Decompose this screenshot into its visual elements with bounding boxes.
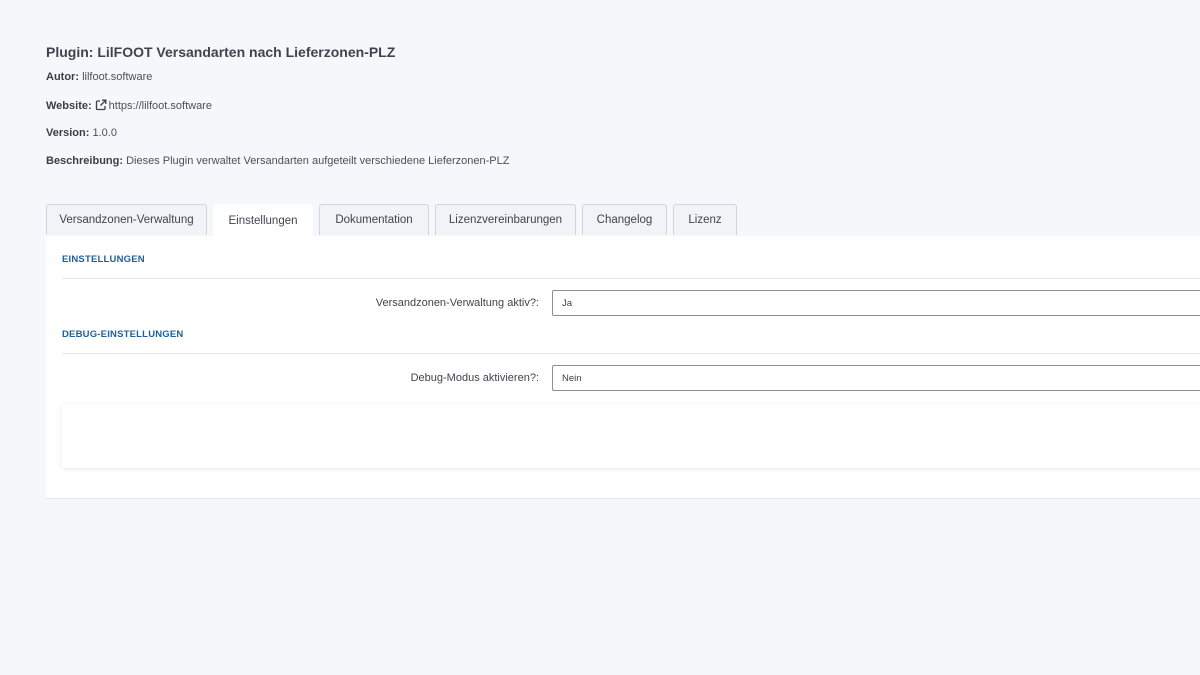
author-label: Autor: bbox=[46, 71, 79, 83]
external-link-icon[interactable] bbox=[95, 99, 107, 114]
author-line: Autor: lilfoot.software bbox=[46, 71, 152, 83]
plugin-detail-page: Plugin: LilFOOT Versandarten nach Liefer… bbox=[0, 0, 1200, 675]
empty-card bbox=[62, 404, 1200, 468]
version-value: 1.0.0 bbox=[92, 127, 117, 139]
debug-mode-select[interactable]: Nein bbox=[552, 365, 1200, 391]
debug-section-heading: DEBUG-EINSTELLUNGEN bbox=[62, 329, 184, 340]
version-line: Version: 1.0.0 bbox=[46, 127, 117, 139]
tab-bar: Versandzonen-Verwaltung Einstellungen Do… bbox=[46, 204, 743, 237]
debug-divider bbox=[62, 353, 1200, 354]
website-line: Website: https://lilfoot.software bbox=[46, 99, 212, 114]
tab-versandzonen-verwaltung[interactable]: Versandzonen-Verwaltung bbox=[46, 204, 207, 235]
website-link[interactable]: https://lilfoot.software bbox=[109, 100, 212, 112]
version-label: Version: bbox=[46, 127, 90, 139]
description-label: Beschreibung: bbox=[46, 155, 124, 167]
tab-changelog[interactable]: Changelog bbox=[582, 204, 667, 235]
settings-divider bbox=[62, 278, 1200, 279]
tab-lizenz[interactable]: Lizenz bbox=[673, 204, 737, 235]
page-title: Plugin: LilFOOT Versandarten nach Liefer… bbox=[46, 44, 396, 60]
versandzonen-active-label: Versandzonen-Verwaltung aktiv?: bbox=[375, 297, 539, 309]
description-value: Dieses Plugin verwaltet Versandarten auf… bbox=[126, 155, 510, 167]
settings-panel: EINSTELLUNGEN Versandzonen-Verwaltung ak… bbox=[46, 236, 1200, 499]
tab-dokumentation[interactable]: Dokumentation bbox=[319, 204, 429, 235]
author-value: lilfoot.software bbox=[82, 71, 153, 83]
debug-mode-label: Debug-Modus aktivieren?: bbox=[410, 372, 539, 384]
description-line: Beschreibung: Dieses Plugin verwaltet Ve… bbox=[46, 155, 509, 167]
versandzonen-active-select[interactable]: Ja bbox=[552, 290, 1200, 316]
settings-section-heading: EINSTELLUNGEN bbox=[62, 254, 145, 265]
website-label: Website: bbox=[46, 100, 92, 112]
tab-einstellungen[interactable]: Einstellungen bbox=[213, 204, 313, 237]
tab-lizenzvereinbarungen[interactable]: Lizenzvereinbarungen bbox=[435, 204, 576, 235]
